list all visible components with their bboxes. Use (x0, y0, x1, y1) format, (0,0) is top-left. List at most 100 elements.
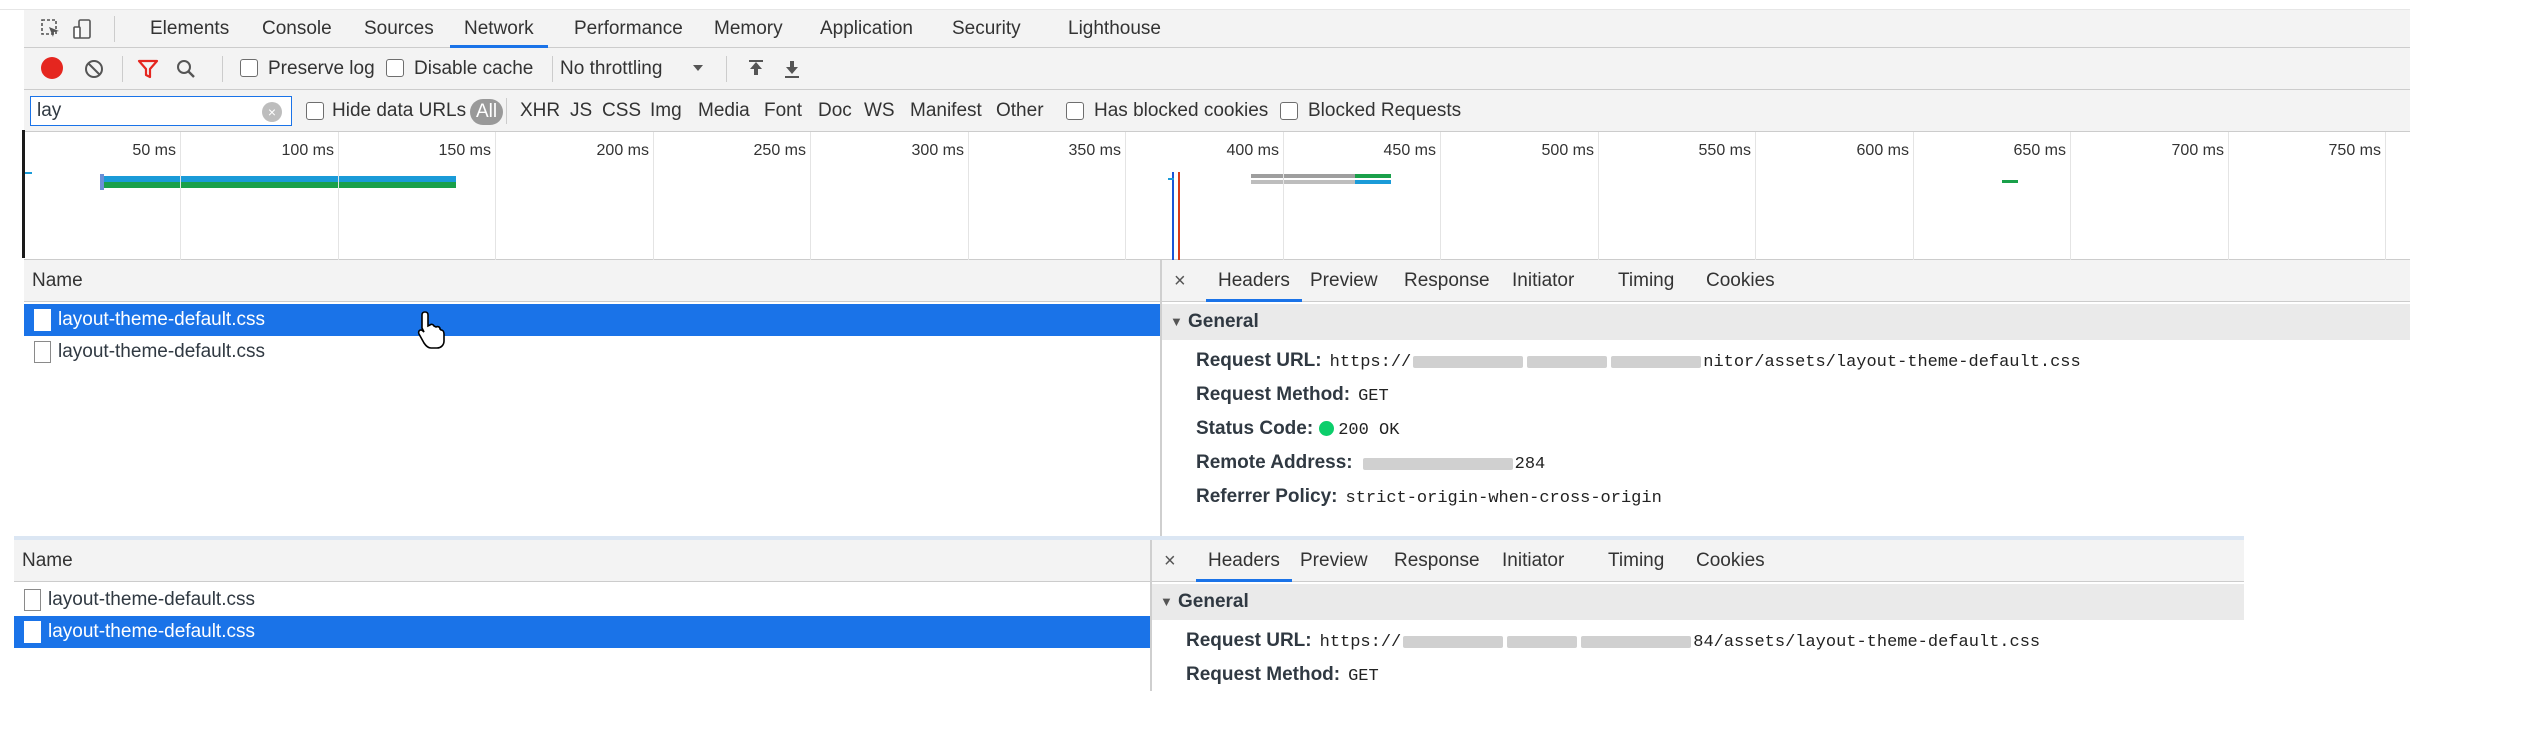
timeline-tick-label: 750 ms (2328, 142, 2381, 159)
blocked-requests-checkbox[interactable] (1280, 102, 1298, 120)
tab-headers[interactable]: Headers (1206, 260, 1302, 302)
name-column-header[interactable]: Name (14, 540, 1150, 582)
name-column-header[interactable]: Name (24, 260, 1160, 302)
remote-address-label: Remote Address: (1196, 452, 1353, 473)
blocked-requests-label: Blocked Requests (1308, 100, 1462, 121)
chevron-down-icon[interactable] (690, 60, 706, 76)
expand-triangle-icon: ▼ (1160, 594, 1173, 609)
close-detail-button[interactable]: × (1164, 540, 1176, 582)
tab-response[interactable]: Response (1394, 540, 1480, 582)
record-button[interactable] (41, 57, 63, 79)
timeline-tick-label: 150 ms (438, 142, 491, 159)
filter-funnel-icon[interactable] (136, 57, 160, 81)
window-top-edge (0, 0, 2410, 10)
request-row[interactable]: layout-theme-default.css (14, 584, 1150, 616)
disable-cache-checkbox[interactable] (386, 59, 404, 77)
timeline-tick-label: 650 ms (2013, 142, 2066, 159)
filter-type-font[interactable]: Font (764, 90, 802, 132)
timeline-bar (1168, 178, 1174, 180)
filter-bar: × Hide data URLs All XHR JS CSS Img Medi… (24, 90, 2410, 132)
timeline-gridline (1598, 132, 1599, 260)
has-blocked-cookies-checkbox[interactable] (1066, 102, 1084, 120)
device-toolbar-icon[interactable] (72, 18, 94, 40)
throttling-select[interactable]: No throttling (560, 48, 662, 90)
clear-filter-icon[interactable]: × (262, 102, 282, 122)
timeline-bar-edge (24, 172, 32, 174)
filter-type-all[interactable]: All (470, 99, 504, 125)
timeline-gridline (1440, 132, 1441, 260)
general-section-header[interactable]: ▼ General (1152, 584, 2244, 620)
preserve-log-checkbox[interactable] (240, 59, 258, 77)
timeline-gridline (180, 132, 181, 260)
export-har-icon[interactable] (780, 57, 804, 81)
request-row[interactable]: layout-theme-default.css (24, 336, 1160, 368)
hide-data-urls-checkbox[interactable] (306, 102, 324, 120)
timeline-bar (2002, 180, 2018, 183)
status-code-label: Status Code: (1196, 418, 1314, 439)
requests-split-panel: Name layout-theme-default.css layout-the… (24, 260, 2410, 546)
filter-type-ws[interactable]: WS (864, 90, 895, 132)
filter-type-xhr[interactable]: XHR (520, 90, 560, 132)
tab-console[interactable]: Console (262, 10, 332, 48)
tab-network[interactable]: Network (450, 10, 548, 48)
tab-preview[interactable]: Preview (1300, 540, 1368, 582)
tab-cookies[interactable]: Cookies (1706, 260, 1775, 302)
timeline-tick-label: 50 ms (132, 142, 176, 159)
request-url-row: Request URL: https://nitor/assets/layout-… (1196, 344, 2081, 378)
tab-elements[interactable]: Elements (150, 10, 229, 48)
timeline-tick-label: 100 ms (281, 142, 334, 159)
tab-response[interactable]: Response (1404, 260, 1490, 302)
detail-tab-bar: × Headers Preview Response Initiator Tim… (1162, 260, 2410, 302)
tab-memory[interactable]: Memory (714, 10, 783, 48)
general-section-header[interactable]: ▼ General (1162, 304, 2410, 340)
filter-type-css[interactable]: CSS (602, 90, 641, 132)
tab-lighthouse[interactable]: Lighthouse (1068, 10, 1161, 48)
timeline-gridline (338, 132, 339, 260)
timeline-tick-label: 550 ms (1698, 142, 1751, 159)
filter-input[interactable] (30, 96, 292, 126)
timeline-gridline (1755, 132, 1756, 260)
filter-type-manifest[interactable]: Manifest (910, 90, 982, 132)
filter-type-other[interactable]: Other (996, 90, 1044, 132)
timeline-tick-label: 400 ms (1226, 142, 1279, 159)
toolbar-separator (552, 56, 553, 82)
panel-divider[interactable] (1160, 260, 1162, 546)
toolbar-separator (122, 56, 123, 82)
request-row[interactable]: layout-theme-default.css (24, 304, 1160, 336)
timeline-tick-label: 250 ms (753, 142, 806, 159)
status-code-value: 200 OK (1338, 421, 1400, 440)
overview-timeline[interactable]: 50 ms 100 ms 150 ms 200 ms 250 ms 300 ms 350 m… (24, 132, 2410, 260)
screenshot-stage: Elements Console Sources Network Perform… (0, 0, 2532, 741)
timeline-bar-start (100, 174, 104, 190)
dom-content-loaded-line (1172, 172, 1174, 260)
inspect-element-icon[interactable] (40, 18, 62, 40)
request-name: layout-theme-default.css (58, 341, 265, 362)
filter-type-doc[interactable]: Doc (818, 90, 852, 132)
tab-timing[interactable]: Timing (1608, 540, 1664, 582)
tab-application[interactable]: Application (820, 10, 913, 48)
timeline-gridline (2385, 132, 2386, 260)
timeline-tick-label: 350 ms (1068, 142, 1121, 159)
close-detail-button[interactable]: × (1174, 260, 1186, 302)
tab-headers[interactable]: Headers (1196, 540, 1292, 582)
expand-triangle-icon: ▼ (1170, 314, 1183, 329)
tab-cookies[interactable]: Cookies (1696, 540, 1765, 582)
tab-initiator[interactable]: Initiator (1502, 540, 1564, 582)
preserve-log-label: Preserve log (268, 58, 375, 79)
filter-type-img[interactable]: Img (650, 90, 682, 132)
clear-icon[interactable] (82, 57, 106, 81)
request-name: layout-theme-default.css (48, 589, 255, 610)
tab-security[interactable]: Security (952, 10, 1021, 48)
timeline-tick-label: 450 ms (1383, 142, 1436, 159)
request-row[interactable]: layout-theme-default.css (14, 616, 1150, 648)
search-icon[interactable] (174, 57, 198, 81)
import-har-icon[interactable] (744, 57, 768, 81)
referrer-policy-row: Referrer Policy: strict-origin-when-cross… (1196, 480, 1662, 514)
filter-type-media[interactable]: Media (698, 90, 750, 132)
tab-initiator[interactable]: Initiator (1512, 260, 1574, 302)
tab-sources[interactable]: Sources (364, 10, 434, 48)
tab-performance[interactable]: Performance (574, 10, 683, 48)
tab-preview[interactable]: Preview (1310, 260, 1378, 302)
tab-timing[interactable]: Timing (1618, 260, 1674, 302)
filter-type-js[interactable]: JS (570, 90, 592, 132)
